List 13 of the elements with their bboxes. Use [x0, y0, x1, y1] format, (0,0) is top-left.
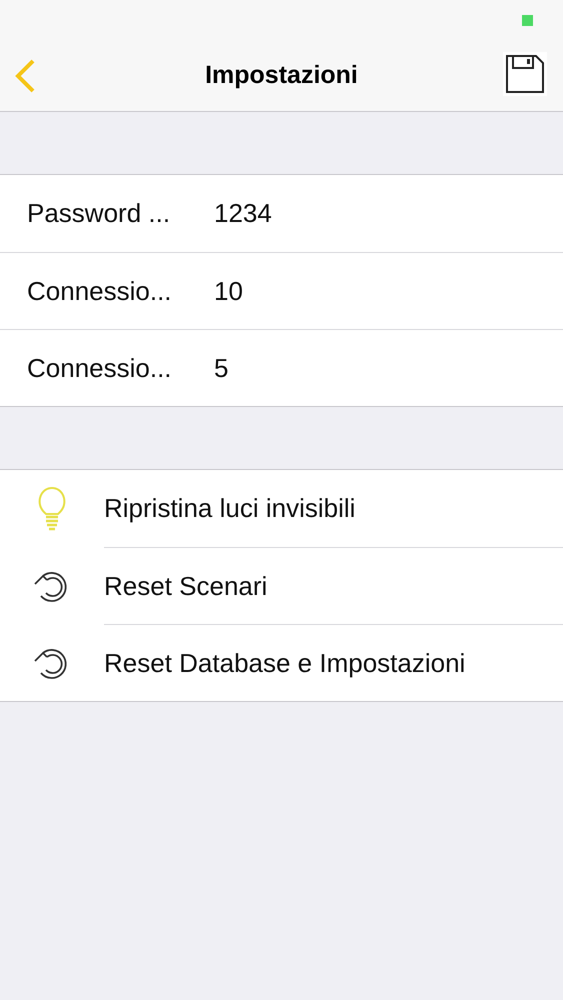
- setting-label: Password ...: [27, 197, 172, 230]
- setting-label: Connessio...: [27, 274, 173, 308]
- battery-icon: [522, 14, 533, 26]
- bulb-icon: [38, 486, 66, 532]
- setting-value[interactable]: 10: [214, 272, 243, 310]
- setting-value[interactable]: 5: [214, 348, 228, 388]
- setting-value[interactable]: 1234: [214, 194, 272, 233]
- save-button[interactable]: [503, 52, 547, 96]
- setting-label: Connessio...: [27, 352, 173, 384]
- action-item[interactable]: Reset Scenari: [104, 566, 268, 606]
- nav-title: Impostazioni: [205, 60, 358, 91]
- action-item[interactable]: Reset Database e Impostazioni: [104, 644, 466, 682]
- action-item[interactable]: Ripristina luci invisibili: [104, 489, 356, 528]
